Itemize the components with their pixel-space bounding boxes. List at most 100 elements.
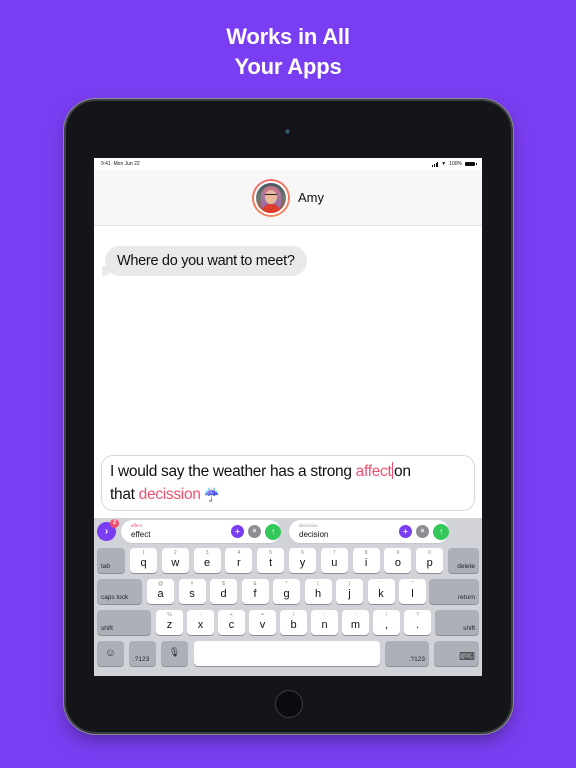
key-primary-char: c [228, 619, 235, 631]
key-primary-char: h [314, 588, 322, 600]
key-primary-char: e [204, 557, 211, 569]
suggestion-correction: decision [299, 530, 329, 539]
suggestion-card[interactable]: decission decision + × ↑ [289, 520, 449, 543]
key-primary-char: v [259, 619, 266, 631]
key-secondary-char: 2 [173, 550, 177, 556]
emoji-icon: ☺ [104, 647, 117, 659]
key-primary-char: l [411, 588, 414, 600]
return-key[interactable]: return [429, 579, 479, 604]
key-d[interactable]: $ d [210, 579, 237, 604]
battery-icon [465, 161, 477, 167]
cellular-signal-icon [432, 162, 439, 167]
suggestion-bar: › 2 affect effect + × ↑ decission decisi… [94, 518, 482, 544]
key-secondary-char: ( [317, 581, 319, 587]
contact-name[interactable]: Amy [298, 190, 324, 205]
key-secondary-char: * [285, 581, 288, 587]
contact-avatar[interactable] [252, 178, 290, 217]
key-p[interactable]: 0p [416, 548, 444, 573]
key-primary-char: f [253, 588, 257, 600]
key-primary-char: o [394, 557, 401, 569]
dismiss-suggestion-button[interactable]: × [248, 525, 261, 538]
misspelled-word-affect[interactable]: affect [356, 463, 392, 480]
key-a[interactable]: @ a [147, 579, 174, 604]
key-secondary-char: " [411, 581, 414, 587]
key-y[interactable]: 6y [289, 548, 316, 573]
key-w[interactable]: 2w [161, 548, 189, 573]
device-screen: 9:41 Mon Jun 22 ▼ 100% Amy Where do you … [94, 158, 482, 676]
key-s[interactable]: # s [178, 579, 206, 604]
home-button[interactable] [275, 690, 303, 718]
received-message-bubble: Where do you want to meet? [102, 246, 307, 276]
key-secondary-char: ! [385, 612, 388, 618]
key-t[interactable]: 5t [257, 548, 285, 573]
key-secondary-char: = [261, 612, 264, 618]
key-primary-char: y [299, 557, 306, 569]
key-r[interactable]: 4r [225, 548, 253, 573]
headline-line-1: Works in All [226, 24, 350, 49]
key-secondary-char: ; [323, 612, 326, 618]
caps-lock-key[interactable]: caps lock [97, 579, 142, 604]
key-h[interactable]: (h [304, 579, 332, 604]
key-c[interactable]: + c [218, 610, 245, 635]
tab-key[interactable]: tab [97, 548, 125, 573]
key-z[interactable]: % z [156, 610, 183, 635]
add-to-dictionary-button[interactable]: + [399, 525, 412, 538]
key-primary-char: n [321, 619, 328, 631]
key-label: .?123 [133, 656, 150, 663]
emoji-key[interactable]: ☺ [97, 641, 124, 666]
key-period[interactable]: ?. [404, 610, 431, 635]
status-bar: 9:41 Mon Jun 22 ▼ 100% [94, 158, 482, 170]
key-primary-char: g [283, 588, 290, 600]
key-x[interactable]: -x [187, 610, 214, 635]
key-primary-char: j [348, 588, 351, 600]
key-q[interactable]: 1q [130, 548, 157, 573]
key-n[interactable]: ; n [311, 610, 338, 635]
key-secondary-char: @ [157, 581, 164, 587]
numbers-key-right[interactable]: .?123 [385, 641, 429, 666]
key-j[interactable]: ) j [336, 579, 363, 604]
key-label: return [458, 594, 475, 601]
suggestion-original: decission [299, 523, 318, 528]
accept-suggestion-button[interactable]: ↑ [265, 523, 281, 540]
suggestion-card[interactable]: affect effect + × ↑ [121, 520, 281, 543]
dismiss-suggestion-button[interactable]: × [416, 525, 429, 538]
message-compose-field[interactable]: I would say the weather has a strong aff… [101, 455, 475, 511]
add-to-dictionary-button[interactable]: + [231, 525, 244, 538]
space-bar[interactable] [194, 641, 380, 666]
key-secondary-char: : [354, 612, 357, 618]
expand-suggestions-button[interactable]: › 2 [97, 519, 119, 541]
key-primary-char: w [171, 557, 180, 569]
key-primary-char: x [197, 619, 204, 631]
key-b[interactable]: / b [280, 610, 307, 635]
misspelled-word-decission[interactable]: decission [139, 486, 201, 503]
key-label: .?123 [408, 656, 425, 663]
key-u[interactable]: 7u [320, 548, 348, 573]
key-l[interactable]: " l [399, 579, 426, 604]
numbers-key-left[interactable]: .?123 [129, 641, 156, 666]
key-v[interactable]: = v [249, 610, 276, 635]
conversation-header: Amy [94, 170, 482, 226]
key-g[interactable]: * g [273, 579, 300, 604]
key-secondary-char: 7 [332, 550, 336, 556]
key-primary-char: b [290, 619, 297, 631]
key-m[interactable]: :m [342, 610, 369, 635]
key-label: caps lock [101, 594, 129, 601]
delete-key[interactable]: delete [448, 548, 479, 573]
key-f[interactable]: & f [241, 579, 269, 604]
key-e[interactable]: 3e [193, 548, 221, 573]
compose-text: on [394, 463, 411, 480]
dictation-key[interactable]: 🎙 [161, 641, 188, 666]
shift-key-left[interactable]: shift [97, 610, 151, 635]
compose-text: I would say the weather has a strong [110, 463, 356, 480]
accept-suggestion-button[interactable]: ↑ [433, 523, 449, 540]
battery-percent: 100% [449, 161, 462, 167]
key-secondary-char: - [199, 612, 202, 618]
shift-key-right[interactable]: shift [435, 610, 479, 635]
key-o[interactable]: 9o [384, 548, 412, 573]
hide-keyboard-key[interactable]: ⌨ [434, 641, 479, 666]
key-comma[interactable]: !, [373, 610, 400, 635]
suggestion-count-badge: 2 [110, 519, 119, 528]
key-primary-char: q [140, 557, 147, 569]
key-i[interactable]: 8i [352, 548, 380, 573]
key-k[interactable]: ' k [367, 579, 395, 604]
